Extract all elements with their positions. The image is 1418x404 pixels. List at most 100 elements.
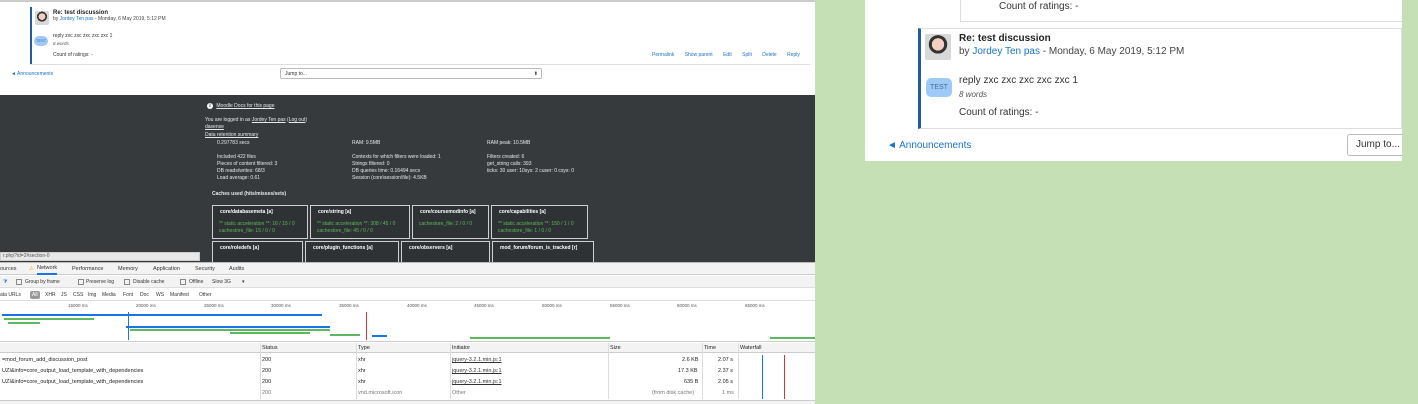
col-size[interactable]: Size [610,343,621,353]
row-size: 17.3 KB [678,368,698,374]
jump-to-select[interactable]: Jump to... [1347,134,1402,156]
perf-item: Pieces of content filtered: 3 [217,161,278,167]
row-status: 200 [262,368,272,374]
cache-line: ** static acceleration **: 308 / 45 / 0 [317,221,396,227]
table-row[interactable]: 200 vnd.microsoft.icon Other (from disk … [0,388,815,398]
moodle-docs-link[interactable]: Moodle Docs for this page [216,103,274,109]
show-parent-link[interactable]: Show parent [685,52,713,58]
tab-performance[interactable]: Performance [72,263,104,275]
row-time: 1 ms [722,390,734,396]
row-type: xhr [358,379,366,385]
col-time[interactable]: Time [704,343,716,353]
tick-label: 50000 ms [542,303,562,308]
waterfall-marker [762,355,763,399]
perf-col1: Included 422 files Pieces of content fil… [217,154,277,182]
post-by: by [53,16,59,22]
filter-xhr[interactable]: XHR [45,289,56,301]
perf-item: Strings filtered: 0 [352,161,390,167]
top-divider [0,0,815,2]
delete-link[interactable]: Delete [762,52,776,58]
table-row[interactable]: UZI&info=core_output_load_template_with_… [0,377,815,387]
table-row[interactable]: =mod_forum_add_discussion_post 200 xhr j… [0,355,815,365]
offline-checkbox[interactable] [180,279,186,285]
disable-cache-checkbox[interactable] [124,279,130,285]
left-browser-pane: Re: test discussion by Jordey Ten pas - … [0,0,815,404]
table-row[interactable]: UZI&info=core_output_load_template_with_… [0,366,815,376]
announcements-link[interactable]: ◄ Announcements [887,139,971,152]
filter-data-urls[interactable]: ata URLs [0,289,21,301]
tab-memory[interactable]: Memory [118,263,138,275]
cache-name: core/plugin_functions [a] [313,245,373,251]
docs-row: i Moodle Docs for this page [207,103,274,110]
reply-link[interactable]: Reply [787,52,800,58]
row-initiator[interactable]: jquery-3.2.1.min.js:1 [452,366,502,376]
col-separator [702,343,703,399]
cache-line: cachestore_file: 45 / 0 / 0 [317,228,373,234]
overview-timeline[interactable]: 15000 ms 20000 ms 25000 ms 30000 ms 3500… [0,302,815,342]
filter-media[interactable]: Media [102,289,116,301]
col-separator [450,343,451,399]
col-waterfall[interactable]: Waterfall [740,343,762,353]
tab-audits[interactable]: Audits [229,263,244,275]
tick-label: 65000 ms [745,303,765,308]
permalink-link[interactable]: Permalink [652,52,674,58]
tab-application[interactable]: Application [153,263,180,275]
col-separator [356,343,357,399]
post-ratings: Count of ratings: - [53,52,93,58]
tab-security[interactable]: Security [195,263,215,275]
filter-font[interactable]: Font [123,289,133,301]
post-author-link[interactable]: Jordey Ten pas [60,16,94,22]
row-type: vnd.microsoft.icon [358,390,403,396]
row-time: 2.07 s [718,357,733,363]
user-link[interactable]: Jordey Ten pas [252,117,286,123]
post-author-link[interactable]: Jordey Ten pas [972,46,1040,57]
col-status[interactable]: Status [262,343,278,353]
cache-box: core/plugin_functions [a] [305,241,399,263]
row-size: 635 B [684,379,699,385]
tick-label: 35000 ms [339,303,359,308]
col-type[interactable]: Type [358,343,370,353]
filter-icon[interactable]: ⧩ [3,276,7,288]
cache-box: mod_forum/forum_is_tracked [r] [492,241,594,263]
filter-manifest[interactable]: Manifest [170,289,189,301]
home-link[interactable]: dasense [205,124,224,131]
edit-link[interactable]: Edit [723,52,732,58]
filter-ws[interactable]: WS [156,289,164,301]
row-time: 2.37 s [718,368,733,374]
filter-doc[interactable]: Doc [140,289,149,301]
group-checkbox[interactable] [16,279,22,285]
status-url: r.php?id=2#section-0 [0,252,200,261]
filter-img[interactable]: Img [88,289,96,301]
post-date: - Monday, 6 May 2019, 5:12 PM [1042,46,1185,57]
cache-name: core/coursemodinfo [a] [420,209,476,215]
overview-bar [8,322,40,324]
overview-bar [2,314,322,316]
row-initiator[interactable]: jquery-3.2.1.min.js:1 [452,355,502,365]
retention-link[interactable]: Data retention summary [205,132,258,139]
filter-css[interactable]: CSS [73,289,83,301]
tab-network[interactable]: Network [37,263,58,275]
cache-line: ** static acceleration **: 150 / 1 / 0 [498,221,574,227]
filter-other[interactable]: Other [199,289,212,301]
split-link[interactable]: Split [742,52,752,58]
logout-link[interactable]: Log out [289,117,306,123]
perf-col3: Filters created: 6 get_string calls: 393… [487,154,574,175]
filter-js[interactable]: JS [61,289,67,301]
preserve-checkbox[interactable] [78,279,84,285]
col-initiator[interactable]: Initiator [452,343,470,353]
jump-to-select[interactable]: Jump to... ⬍ [280,68,542,79]
tab-sources[interactable]: ources [0,263,17,275]
filter-all[interactable]: All [30,291,40,299]
perf-item: Filters created: 6 [487,154,525,160]
row-initiator[interactable]: jquery-3.2.1.min.js:1 [452,377,502,387]
devtools-panel: ources ⚠ Network Performance Memory Appl… [0,262,815,404]
cache-line: ** static acceleration **: 16 / 15 / 0 [219,221,295,227]
row-size: 2.6 KB [682,357,699,363]
perf-item: DB reads/writes: 68/3 [217,168,265,174]
announcements-link[interactable]: ◄ Announcements [11,71,53,78]
throttle-select[interactable]: Slow 3G [212,276,231,288]
perf-item: get_string calls: 393 [487,161,532,167]
throttle-arrow-icon: ▾ [242,279,245,285]
perf-item: Load average: 0.61 [217,175,261,181]
tick-label: 40000 ms [407,303,427,308]
